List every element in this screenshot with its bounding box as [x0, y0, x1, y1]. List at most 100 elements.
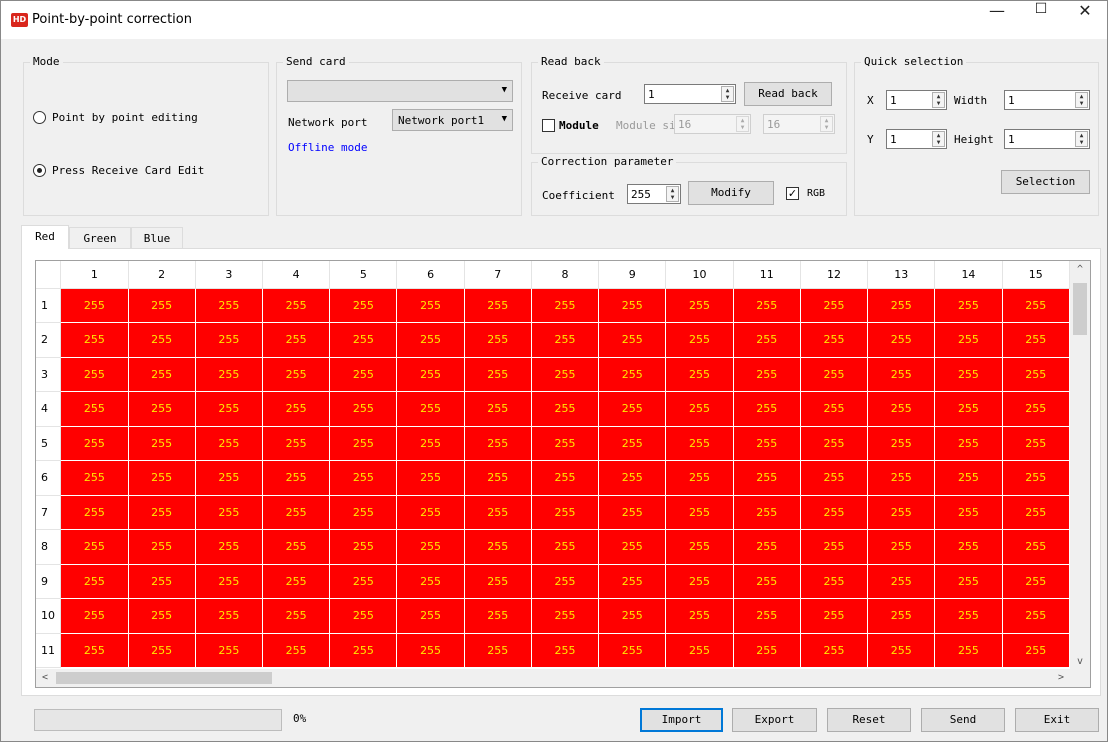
grid-cell[interactable]: 255	[598, 322, 667, 358]
grid-cell[interactable]: 255	[531, 495, 600, 530]
grid-cell[interactable]: 255	[531, 633, 600, 668]
grid-cell[interactable]: 255	[329, 564, 398, 599]
grid-cell[interactable]: 255	[128, 357, 196, 392]
grid-cell[interactable]: 255	[733, 460, 801, 496]
grid-cell[interactable]: 255	[195, 633, 263, 668]
grid-cell[interactable]: 255	[531, 598, 600, 634]
grid-cell[interactable]: 255	[531, 322, 600, 358]
grid-cell[interactable]: 255	[128, 426, 196, 461]
grid-cell[interactable]: 255	[665, 288, 734, 323]
column-header[interactable]: 13	[867, 261, 936, 289]
grid-cell[interactable]: 255	[128, 564, 196, 599]
send-card-dropdown[interactable]: ▼	[287, 80, 513, 102]
height-spinbox[interactable]: 1 ▲ ▼	[1004, 129, 1090, 149]
grid-cell[interactable]: 255	[800, 357, 869, 392]
grid-cell[interactable]: 255	[733, 598, 801, 634]
grid-cell[interactable]: 255	[800, 460, 869, 496]
grid-cell[interactable]: 255	[598, 460, 667, 496]
grid-cell[interactable]: 255	[1002, 495, 1070, 530]
column-header[interactable]: 9	[598, 261, 667, 289]
grid-cell[interactable]: 255	[598, 598, 667, 634]
grid-cell[interactable]: 255	[329, 357, 398, 392]
column-header[interactable]: 12	[800, 261, 869, 289]
grid-cell[interactable]: 255	[598, 357, 667, 392]
grid-cell[interactable]: 255	[60, 322, 129, 358]
grid-cell[interactable]: 255	[195, 564, 263, 599]
grid-cell[interactable]: 255	[598, 495, 667, 530]
grid-cell[interactable]: 255	[195, 391, 263, 427]
grid-cell[interactable]: 255	[262, 391, 331, 427]
grid-cell[interactable]: 255	[531, 529, 600, 565]
grid-cell[interactable]: 255	[733, 322, 801, 358]
grid-cell[interactable]: 255	[733, 426, 801, 461]
grid-cell[interactable]: 255	[464, 391, 532, 427]
grid-cell[interactable]: 255	[262, 426, 331, 461]
spin-arrows-icon[interactable]: ▲ ▼	[932, 92, 945, 108]
grid-cell[interactable]: 255	[598, 391, 667, 427]
grid-cell[interactable]: 255	[195, 495, 263, 530]
grid-cell[interactable]: 255	[128, 529, 196, 565]
spin-arrows-icon[interactable]: ▲ ▼	[1075, 131, 1088, 147]
grid-cell[interactable]: 255	[195, 426, 263, 461]
grid-cell[interactable]: 255	[396, 598, 465, 634]
grid-cell[interactable]: 255	[396, 529, 465, 565]
grid-cell[interactable]: 255	[1002, 633, 1070, 668]
column-header[interactable]: 1	[60, 261, 129, 289]
grid-cell[interactable]: 255	[60, 598, 129, 634]
grid-cell[interactable]: 255	[665, 460, 734, 496]
row-header[interactable]: 10	[36, 598, 62, 634]
column-header[interactable]: 7	[464, 261, 532, 289]
rgb-checkbox[interactable]: ✓	[786, 187, 799, 200]
grid-cell[interactable]: 255	[598, 288, 667, 323]
grid-cell[interactable]: 255	[934, 322, 1003, 358]
grid-cell[interactable]: 255	[867, 529, 936, 565]
grid-cell[interactable]: 255	[598, 633, 667, 668]
grid-cell[interactable]: 255	[396, 426, 465, 461]
grid-cell[interactable]: 255	[934, 495, 1003, 530]
grid-cell[interactable]: 255	[867, 357, 936, 392]
modify-button[interactable]: Modify	[688, 181, 774, 205]
read-back-button[interactable]: Read back	[744, 82, 832, 106]
spin-arrows-icon[interactable]: ▲ ▼	[721, 86, 734, 102]
grid-cell[interactable]: 255	[464, 633, 532, 668]
row-header[interactable]: 5	[36, 426, 62, 461]
grid-cell[interactable]: 255	[531, 564, 600, 599]
grid-cell[interactable]: 255	[665, 598, 734, 634]
grid-cell[interactable]: 255	[531, 426, 600, 461]
grid-cell[interactable]: 255	[262, 633, 331, 668]
grid-cell[interactable]: 255	[464, 357, 532, 392]
grid-cell[interactable]: 255	[867, 322, 936, 358]
grid-cell[interactable]: 255	[262, 460, 331, 496]
minimize-button[interactable]: —	[975, 1, 1019, 39]
grid-cell[interactable]: 255	[800, 633, 869, 668]
grid-cell[interactable]: 255	[329, 529, 398, 565]
grid-cell[interactable]: 255	[464, 495, 532, 530]
grid-cell[interactable]: 255	[665, 391, 734, 427]
tab-blue[interactable]: Blue	[131, 227, 183, 249]
grid-cell[interactable]: 255	[665, 322, 734, 358]
grid-cell[interactable]: 255	[733, 564, 801, 599]
tab-red[interactable]: Red	[21, 225, 69, 249]
column-header[interactable]: 6	[396, 261, 465, 289]
reset-button[interactable]: Reset	[827, 708, 911, 732]
spin-arrows-icon[interactable]: ▲ ▼	[932, 131, 945, 147]
receive-card-edit-radio[interactable]	[33, 164, 46, 177]
grid-cell[interactable]: 255	[598, 426, 667, 461]
scroll-left-icon[interactable]: <	[36, 669, 54, 687]
grid-cell[interactable]: 255	[396, 460, 465, 496]
grid-cell[interactable]: 255	[934, 460, 1003, 496]
grid-cell[interactable]: 255	[598, 529, 667, 565]
grid-cell[interactable]: 255	[800, 288, 869, 323]
grid-cell[interactable]: 255	[1002, 598, 1070, 634]
grid-cell[interactable]: 255	[531, 391, 600, 427]
module-height-spinbox[interactable]: 16 ▲ ▼	[763, 114, 835, 134]
column-header[interactable]: 5	[329, 261, 398, 289]
grid-cell[interactable]: 255	[531, 357, 600, 392]
width-spinbox[interactable]: 1 ▲ ▼	[1004, 90, 1090, 110]
maximize-button[interactable]: ☐	[1019, 1, 1063, 39]
vertical-scrollbar[interactable]: ^ v	[1070, 261, 1090, 671]
column-header[interactable]: 8	[531, 261, 600, 289]
horizontal-scrollbar[interactable]: < >	[36, 669, 1070, 687]
grid-cell[interactable]: 255	[128, 460, 196, 496]
grid-cell[interactable]: 255	[464, 598, 532, 634]
